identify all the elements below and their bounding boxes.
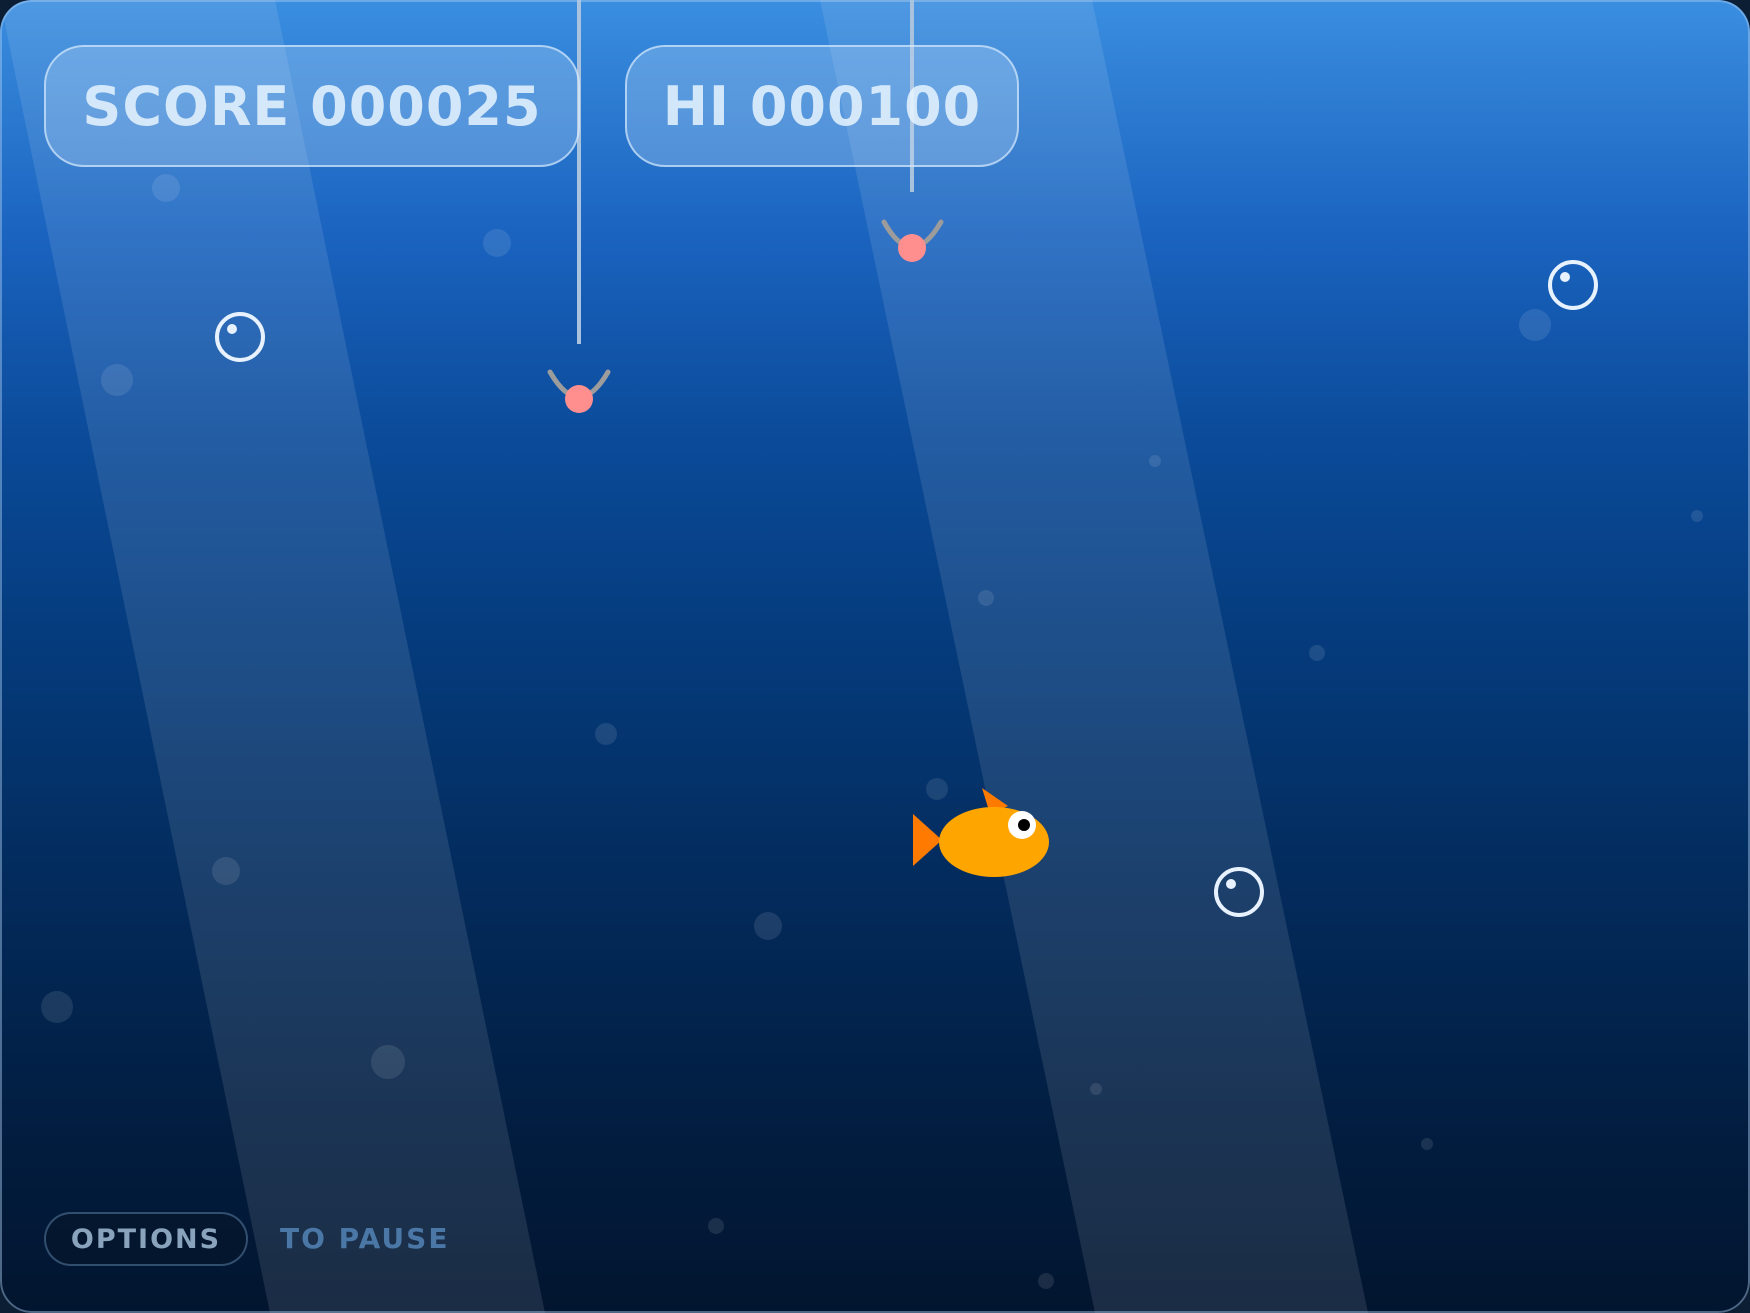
fish-pupil	[1018, 819, 1030, 831]
light-ray	[0, 0, 545, 1313]
underwater-scene	[0, 0, 1703, 1313]
score-display: SCORE 000025	[44, 45, 580, 167]
pause-hint: TO PAUSE	[280, 1222, 450, 1255]
game-canvas[interactable]: SCORE 000025 HI 000100 OPTIONS TO PAUSE	[0, 0, 1750, 1313]
bait	[565, 385, 593, 413]
light-ray	[820, 0, 1368, 1313]
fish-tail	[913, 814, 942, 866]
options-button[interactable]: OPTIONS	[44, 1212, 248, 1266]
bait	[898, 234, 926, 262]
bubble-icon	[1548, 260, 1598, 310]
high-score-display: HI 000100	[625, 45, 1019, 167]
